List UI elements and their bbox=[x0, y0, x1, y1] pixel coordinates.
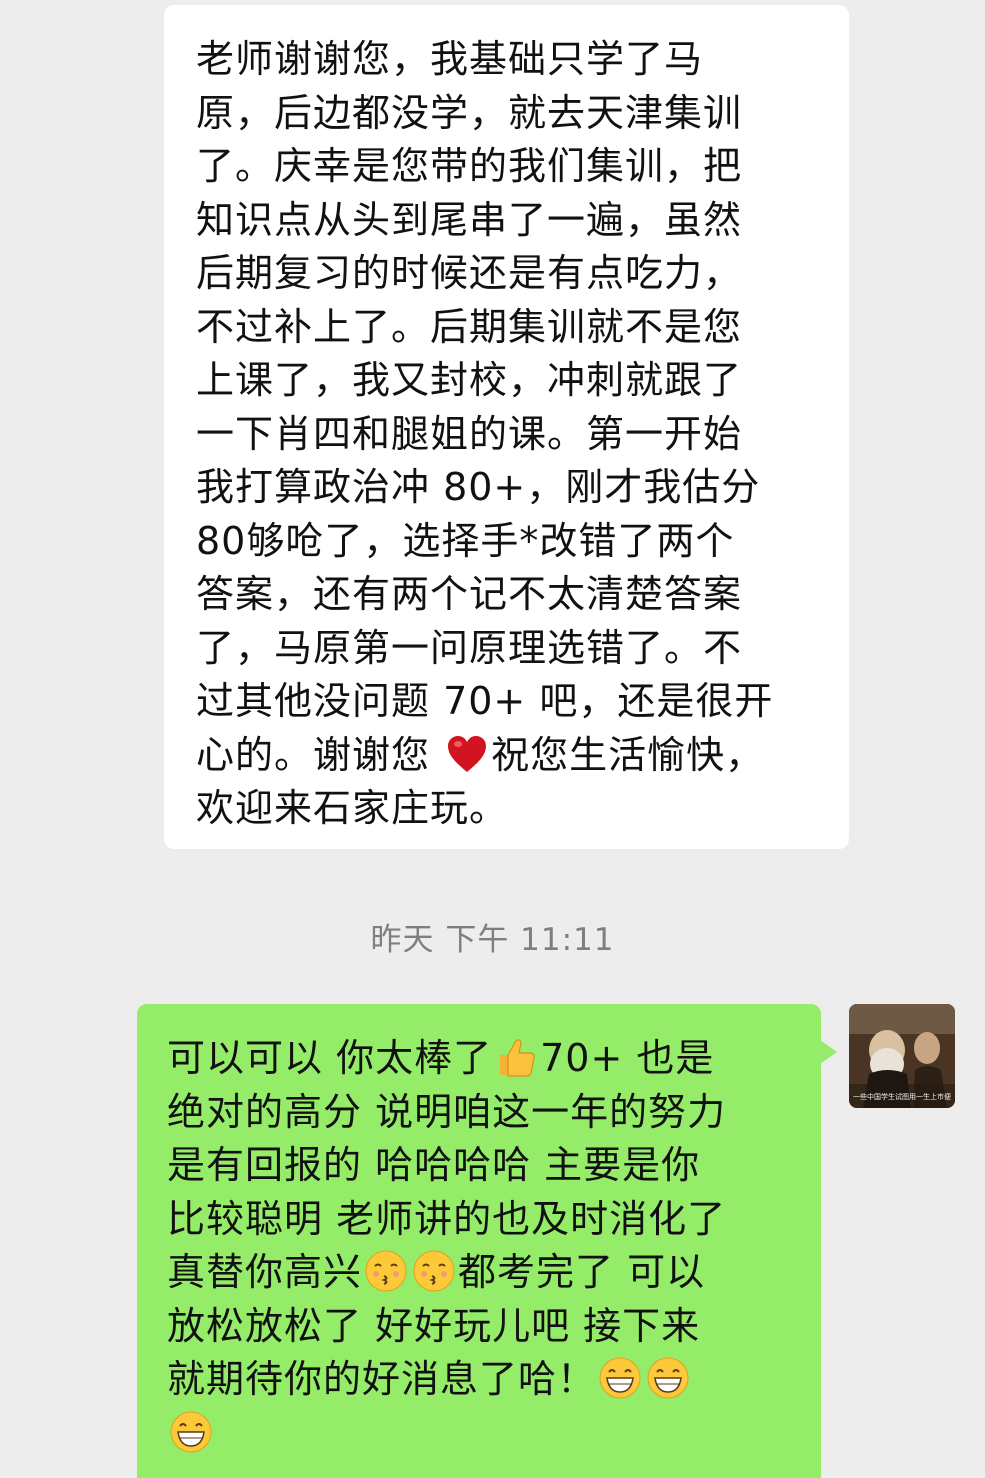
message-text: 过其他没问题 70+ 吧，还是很开 bbox=[196, 679, 774, 723]
message-text: 心的。谢谢您 bbox=[196, 732, 444, 777]
message-text: 了，马原第一问原理选错了。不 bbox=[196, 625, 743, 670]
outgoing-message-bubble[interactable]: 可以可以 你太棒了 70+ 也是绝对的高分 说明咱这一年的努力 是有回报的 哈哈哈哈… bbox=[137, 1004, 837, 1478]
message-line: 老师谢谢您，我基础只学了马 bbox=[196, 33, 819, 87]
message-text: 老师谢谢您，我基础只学了马 bbox=[196, 37, 704, 81]
message-text: 后期复习的时候还是有点吃力， bbox=[196, 251, 743, 295]
message-line: 我打算政治冲 80+，刚才我估分 bbox=[196, 461, 819, 515]
message-line: 了，马原第一问原理选错了。不 bbox=[196, 622, 819, 676]
message-line: 欢迎来石家庄玩。 bbox=[196, 782, 819, 836]
message-text: 可以可以 你太棒了 bbox=[167, 1036, 493, 1080]
kissing-icon bbox=[413, 1250, 455, 1292]
message-text: 一下肖四和腿姐的课。第一开始 bbox=[196, 411, 743, 456]
message-text: 就期待你的好消息了哈！ bbox=[167, 1357, 597, 1401]
message-line: 一下肖四和腿姐的课。第一开始 bbox=[196, 408, 819, 462]
message-text: 不过补上了。后期集训就不是您 bbox=[196, 304, 743, 349]
message-text: 70+ 也是 bbox=[540, 1036, 715, 1080]
message-text: 真替你高兴 bbox=[167, 1250, 363, 1294]
message-line: 可以可以 你太棒了 70+ 也是 bbox=[167, 1032, 801, 1086]
message-line: 答案，还有两个记不太清楚答案 bbox=[196, 568, 819, 622]
message-line: 上课了，我又封校，冲刺就跟了 bbox=[196, 354, 819, 408]
message-text: 祝您生活愉快， bbox=[491, 732, 765, 777]
grin-icon bbox=[170, 1411, 212, 1452]
thumbs-up-icon bbox=[500, 1039, 535, 1077]
message-text: 绝对的高分 说明咱这一年的努力 bbox=[167, 1089, 727, 1134]
message-text: 是有回报的 哈哈哈哈 主要是你 bbox=[167, 1143, 701, 1187]
grin-icon bbox=[599, 1357, 641, 1399]
message-text: 了。庆幸是您带的我们集训，把 bbox=[196, 144, 743, 188]
message-text: 答案，还有两个记不太清楚答案 bbox=[196, 572, 743, 616]
message-line: 绝对的高分 说明咱这一年的努力 bbox=[167, 1086, 801, 1140]
message-line: 就期待你的好消息了哈！ bbox=[167, 1353, 801, 1407]
message-line: 真替你高兴 都考完了 可以 bbox=[167, 1246, 801, 1300]
message-line: 心的。谢谢您 祝您生活愉快， bbox=[196, 729, 819, 783]
kissing-icon bbox=[365, 1250, 407, 1292]
message-text: 放松放松了 好好玩儿吧 接下来 bbox=[167, 1303, 701, 1348]
message-line: 放松放松了 好好玩儿吧 接下来 bbox=[167, 1300, 801, 1354]
message-timestamp: 昨天 下午 11:11 bbox=[370, 922, 615, 958]
message-text: 原，后边都没学，就去天津集训 bbox=[196, 90, 743, 135]
message-line: 过其他没问题 70+ 吧，还是很开 bbox=[196, 675, 819, 729]
message-text: 上课了，我又封校，冲刺就跟了 bbox=[196, 358, 743, 402]
message-text: 比较聪明 老师讲的也及时消化了 bbox=[167, 1196, 727, 1241]
message-line: 知识点从头到尾串了一遍，虽然 bbox=[196, 194, 819, 248]
chat-area[interactable]: 老师谢谢您，我基础只学了马 原，后边都没学，就去天津集训 了。庆幸是您带的我们集训，… bbox=[0, 0, 985, 1478]
message-line bbox=[167, 1407, 801, 1461]
message-text: 80够呛了，选择手*改错了两个 bbox=[196, 518, 735, 563]
message-line: 比较聪明 老师讲的也及时消化了 bbox=[167, 1193, 801, 1247]
message-line: 不过补上了。后期集训就不是您 bbox=[196, 301, 819, 355]
user-avatar[interactable]: 一些中国学生试图用一生上市便我们深深的思想 bbox=[849, 1004, 955, 1108]
grin-icon bbox=[647, 1357, 689, 1399]
message-line: 后期复习的时候还是有点吃力， bbox=[196, 247, 819, 301]
message-text: 知识点从头到尾串了一遍，虽然 bbox=[196, 197, 743, 242]
incoming-message-bubble[interactable]: 老师谢谢您，我基础只学了马 原，后边都没学，就去天津集训 了。庆幸是您带的我们集训，… bbox=[164, 5, 849, 849]
message-line: 80够呛了，选择手*改错了两个 bbox=[196, 515, 819, 569]
message-line: 是有回报的 哈哈哈哈 主要是你 bbox=[167, 1139, 801, 1193]
heart-icon bbox=[448, 735, 487, 772]
message-text: 欢迎来石家庄玩。 bbox=[196, 786, 509, 830]
message-text: 我打算政治冲 80+，刚才我估分 bbox=[196, 465, 761, 509]
message-line: 了。庆幸是您带的我们集训，把 bbox=[196, 140, 819, 194]
message-line: 原，后边都没学，就去天津集训 bbox=[196, 87, 819, 141]
message-text: 都考完了 可以 bbox=[458, 1250, 706, 1294]
avatar-caption: 一些中国学生试图用一生上市便我们深深的思想 bbox=[853, 1093, 951, 1101]
